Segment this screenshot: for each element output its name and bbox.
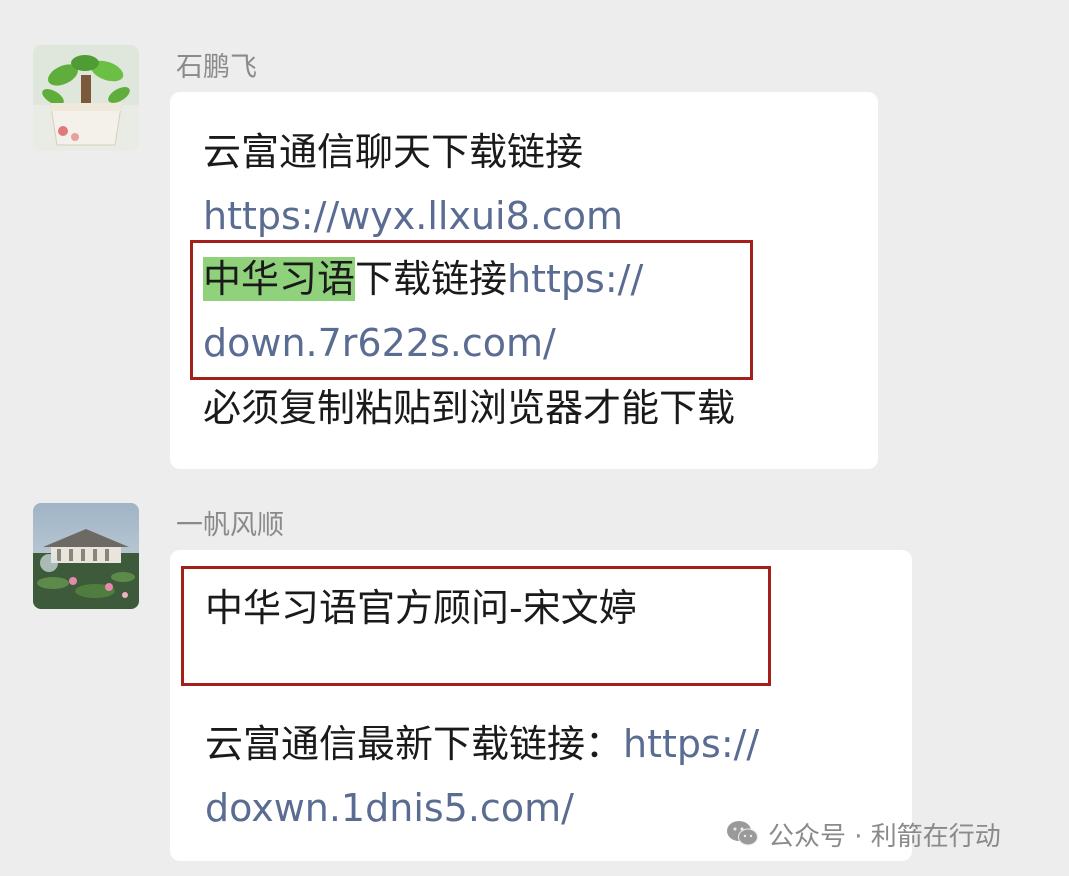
avatar-potted-plant[interactable] [33, 45, 139, 151]
annotation-box [190, 240, 753, 380]
watermark-text: 公众号 · 利箭在行动 [768, 821, 1001, 852]
message-text: 必须复制粘贴到浏览器才能下载 [203, 386, 736, 430]
wechat-icon [727, 821, 758, 846]
download-link[interactable]: doxwn.1dnis5.com/ [205, 784, 574, 832]
sender-name: 一帆风顺 [176, 510, 284, 541]
watermark: 公众号 · 利箭在行动 [726, 814, 1001, 854]
potted-plant-avatar-icon [33, 45, 139, 151]
message-text: 云富通信最新下载链接： [205, 722, 624, 766]
download-link[interactable]: https:// [623, 722, 759, 766]
annotation-box [181, 566, 771, 686]
message-link-line: 云富通信最新下载链接：https:// [205, 720, 759, 768]
message-text: 云富通信聊天下载链接 [203, 130, 584, 174]
pavilion-lotus-pond-avatar-icon [33, 503, 139, 609]
avatar-pavilion[interactable] [33, 503, 139, 609]
sender-name: 石鹏飞 [176, 52, 257, 83]
download-link[interactable]: https://wyx.llxui8.com [203, 192, 623, 240]
